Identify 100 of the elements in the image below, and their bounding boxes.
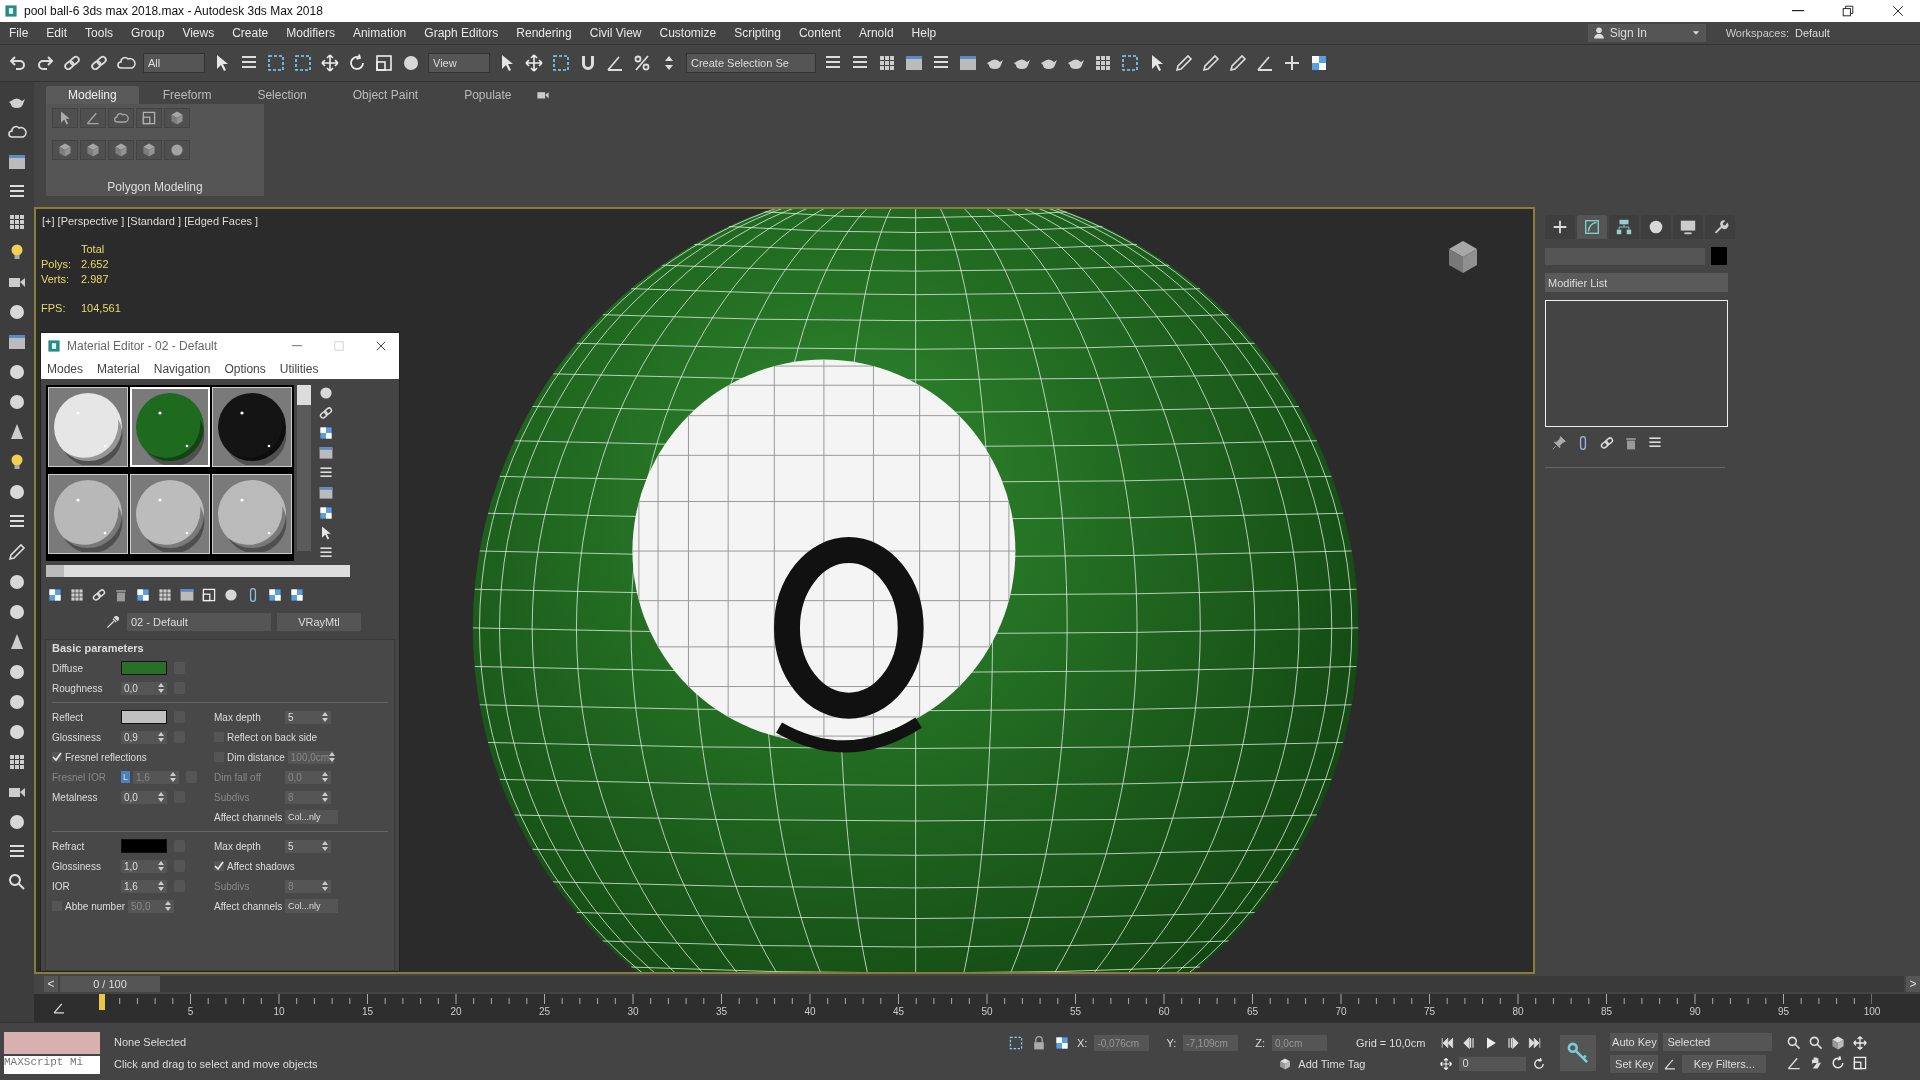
command-panel-tab[interactable] — [1641, 215, 1671, 239]
coordinate-system-dropdown[interactable]: View — [428, 53, 490, 73]
channels-dropdown[interactable]: Col...nly — [285, 899, 338, 913]
menu-item[interactable]: Graph Editors — [415, 26, 508, 40]
rollout-header[interactable]: Basic parameters — [52, 642, 388, 654]
set-key-button[interactable]: Set Key — [1610, 1055, 1659, 1073]
percent-icon[interactable] — [632, 53, 652, 73]
menu-item[interactable]: Group — [122, 26, 174, 40]
sphere-icon[interactable] — [318, 385, 334, 401]
selection-filter-dropdown[interactable]: All — [143, 53, 205, 73]
tool-button[interactable] — [80, 108, 106, 128]
checker-icon[interactable] — [135, 587, 151, 603]
checkbox[interactable] — [214, 861, 224, 871]
ribbon-tab[interactable]: Freeform — [140, 86, 234, 104]
menu-item[interactable]: File — [0, 26, 38, 40]
material-slot[interactable] — [212, 474, 292, 554]
menu-item[interactable]: Modifiers — [277, 26, 344, 40]
add-time-tag-button[interactable]: Add Time Tag — [1278, 1057, 1366, 1071]
grid-icon[interactable] — [7, 752, 27, 772]
scrollbar[interactable] — [297, 385, 311, 551]
tool-button[interactable] — [108, 108, 134, 128]
grid-icon[interactable] — [877, 53, 897, 73]
menu-item[interactable]: Create — [223, 26, 278, 40]
move-icon[interactable] — [1439, 1057, 1454, 1071]
command-panel-tab[interactable] — [1673, 215, 1703, 239]
tool-button[interactable] — [80, 140, 106, 160]
selection-set-dropdown[interactable]: Create Selection Se — [686, 53, 816, 73]
trash-icon[interactable] — [113, 587, 129, 603]
workspaces-dropdown[interactable]: Default — [1795, 27, 1920, 39]
scale-icon[interactable] — [1852, 1055, 1869, 1071]
menu-item[interactable]: Scripting — [725, 26, 790, 40]
maxscript-listener-field[interactable]: MAXScript Mi — [4, 1056, 100, 1074]
color-swatch[interactable] — [121, 710, 167, 724]
checker-icon[interactable] — [1054, 1035, 1070, 1051]
link-icon[interactable] — [1599, 435, 1615, 451]
viewport-label[interactable]: [+] [Perspective ] [Standard ] [Edged Faces ] — [42, 215, 259, 227]
undo-icon[interactable] — [8, 53, 28, 73]
previous-frame-button[interactable]: < — [44, 976, 58, 992]
spinner-arrows-icon[interactable] — [322, 712, 328, 722]
panel-title[interactable]: Polygon Modeling — [107, 180, 203, 194]
spinner-arrows-icon[interactable] — [158, 683, 164, 693]
ribbon-tab[interactable]: Modeling — [46, 86, 139, 104]
angle-icon[interactable] — [1663, 1057, 1678, 1071]
dashed-square-icon[interactable] — [266, 53, 286, 73]
material-slot[interactable] — [48, 474, 128, 554]
channels-dropdown[interactable]: Col...nly — [285, 810, 338, 824]
spinner-arrows-icon[interactable] — [158, 861, 164, 871]
plus-icon[interactable] — [1282, 53, 1302, 73]
spinner-arrows-icon[interactable] — [158, 792, 164, 802]
material-name-dropdown[interactable]: 02 - Default — [127, 613, 271, 631]
angle-icon[interactable] — [1786, 1055, 1803, 1071]
menu-item[interactable]: Help — [902, 26, 946, 40]
grid-icon[interactable] — [157, 587, 173, 603]
pencil-icon[interactable] — [1228, 53, 1248, 73]
window-icon[interactable] — [904, 53, 924, 73]
sphere-icon[interactable] — [7, 482, 27, 502]
material-slot[interactable] — [130, 474, 210, 554]
link-icon[interactable] — [89, 53, 109, 73]
checker-icon[interactable] — [289, 587, 305, 603]
window-icon[interactable] — [7, 332, 27, 352]
grid-icon[interactable] — [1093, 53, 1113, 73]
next-frame-button[interactable]: > — [1906, 976, 1920, 992]
ribbon-tab[interactable]: Populate — [442, 86, 534, 104]
spinner-field[interactable]: 5 — [285, 710, 331, 724]
spinner-arrows-icon[interactable] — [329, 752, 336, 762]
trash-icon[interactable] — [1623, 435, 1639, 451]
ribbon-tab[interactable]: Selection — [235, 86, 329, 104]
rotate-icon[interactable] — [347, 53, 367, 73]
spinner-arrows-icon[interactable] — [158, 881, 164, 891]
spinner-arrows-icon[interactable] — [322, 841, 328, 851]
move-icon[interactable] — [320, 53, 340, 73]
ribbon-tab[interactable]: Object Paint — [330, 86, 441, 104]
tool-button[interactable] — [52, 108, 78, 128]
modifier-stack[interactable] — [1545, 300, 1728, 427]
spinner-field[interactable]: 1,0 — [121, 859, 167, 873]
tool-button[interactable] — [52, 140, 78, 160]
menu-item[interactable]: Tools — [76, 26, 123, 40]
checker-icon[interactable] — [318, 505, 334, 521]
tool-button[interactable] — [136, 140, 162, 160]
menu-item[interactable]: Civil View — [580, 26, 651, 40]
sphere-icon[interactable] — [7, 602, 27, 622]
first-frame-icon[interactable] — [1439, 1035, 1456, 1051]
spinner-field[interactable]: 0,9 — [121, 730, 167, 744]
tool-button[interactable] — [108, 140, 134, 160]
tool-button[interactable] — [164, 108, 190, 128]
search-icon[interactable] — [1808, 1035, 1825, 1051]
set-keys-button[interactable] — [1560, 1035, 1597, 1071]
sphere-icon[interactable] — [7, 302, 27, 322]
scale-icon[interactable] — [374, 53, 394, 73]
sphere-icon[interactable] — [7, 362, 27, 382]
menu-item[interactable]: Modes — [47, 362, 84, 376]
sphere-icon[interactable] — [7, 662, 27, 682]
angle-icon[interactable] — [52, 1001, 66, 1015]
menu-item[interactable]: Utilities — [279, 362, 319, 376]
cube-icon[interactable] — [1830, 1035, 1847, 1051]
window-icon[interactable] — [958, 53, 978, 73]
sphere-icon[interactable] — [7, 392, 27, 412]
checker-icon[interactable] — [47, 587, 63, 603]
pin-icon[interactable] — [1551, 435, 1567, 451]
command-panel-tab[interactable] — [1609, 215, 1639, 239]
